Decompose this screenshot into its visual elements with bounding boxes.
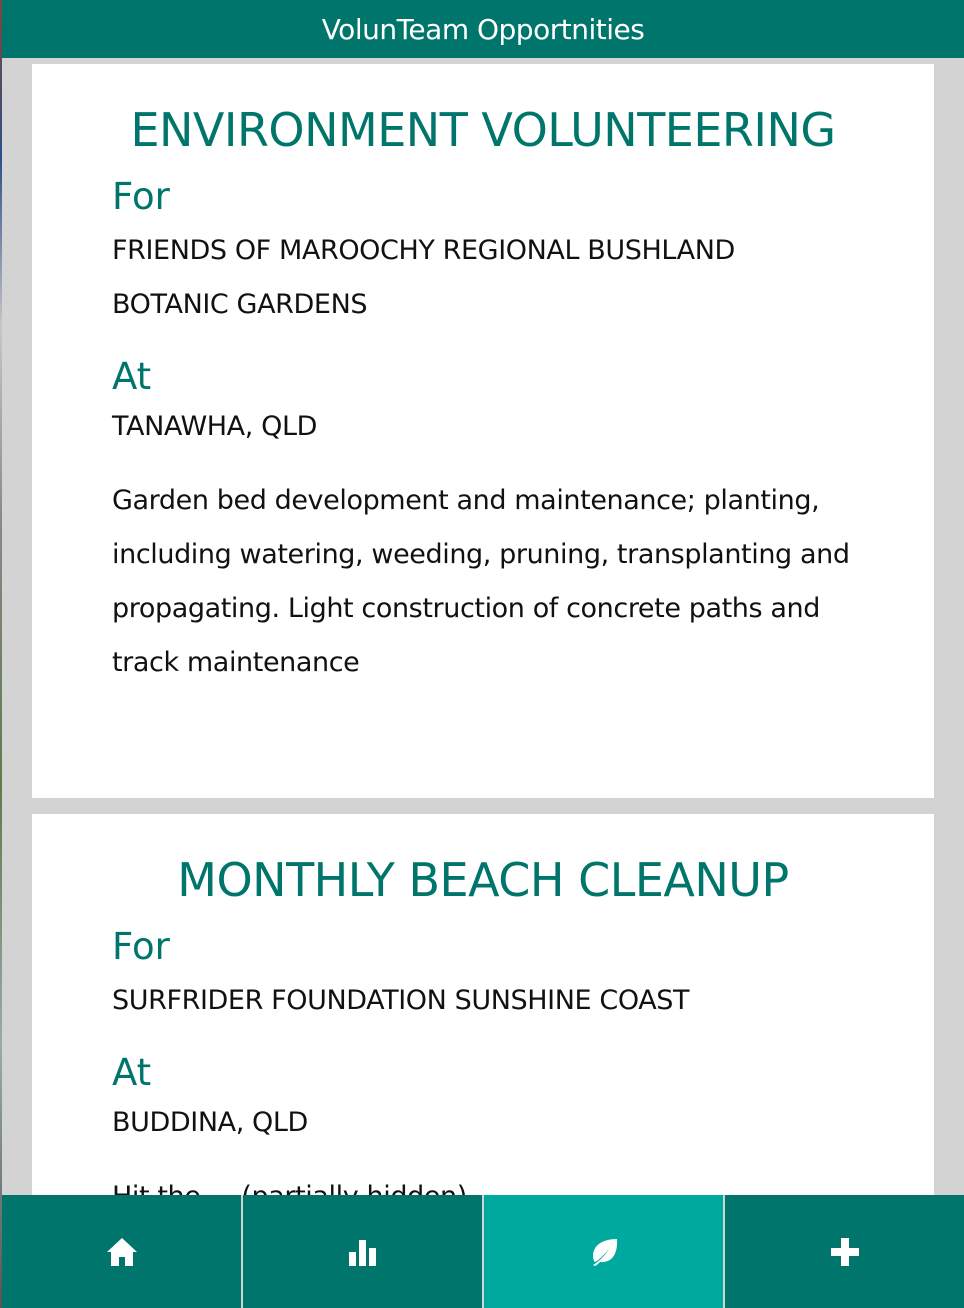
nav-home-button[interactable] xyxy=(2,1195,243,1308)
bottom-nav xyxy=(2,1195,964,1308)
page-title: VolunTeam Opportnities xyxy=(321,12,645,46)
at-label: At xyxy=(112,355,152,398)
plus-icon xyxy=(830,1237,860,1267)
organisation-name: BOTANIC GARDENS xyxy=(112,289,368,320)
description-line: including watering, weeding, pruning, tr… xyxy=(112,539,850,570)
location: BUDDINA, QLD xyxy=(112,1107,308,1138)
opportunity-card[interactable]: ENVIRONMENT VOLUNTEERING For FRIENDS OF … xyxy=(32,64,934,798)
location: TANAWHA, QLD xyxy=(112,411,317,442)
at-label: At xyxy=(112,1051,152,1094)
bar-chart-icon xyxy=(347,1236,379,1268)
nav-stats-button[interactable] xyxy=(243,1195,484,1308)
for-label: For xyxy=(112,925,170,968)
organisation-name: SURFRIDER FOUNDATION SUNSHINE COAST xyxy=(112,985,690,1016)
description-line: Garden bed development and maintenance; … xyxy=(112,485,820,516)
opportunity-list[interactable]: ENVIRONMENT VOLUNTEERING For FRIENDS OF … xyxy=(2,58,964,1195)
description-line: track maintenance xyxy=(112,647,360,678)
opportunity-description: Garden bed development and maintenance; … xyxy=(112,474,854,690)
opportunity-card[interactable]: MONTHLY BEACH CLEANUP For SURFRIDER FOUN… xyxy=(32,814,934,1195)
description-line: propagating. Light construction of concr… xyxy=(112,593,820,624)
app-root: VolunTeam Opportnities ENVIRONMENT VOLUN… xyxy=(0,0,964,1308)
app-header: VolunTeam Opportnities xyxy=(2,0,964,58)
home-icon xyxy=(105,1236,139,1268)
opportunity-title: ENVIRONMENT VOLUNTEERING xyxy=(130,103,836,157)
nav-add-button[interactable] xyxy=(725,1195,964,1308)
for-label: For xyxy=(112,175,170,218)
organisation-name: FRIENDS OF MAROOCHY REGIONAL BUSHLAND xyxy=(112,235,735,266)
description-line: Hit the ... (partially hidden) xyxy=(112,1170,854,1195)
opportunity-title: MONTHLY BEACH CLEANUP xyxy=(177,853,789,907)
leaf-icon xyxy=(587,1236,621,1268)
nav-opportunities-button[interactable] xyxy=(484,1195,725,1308)
